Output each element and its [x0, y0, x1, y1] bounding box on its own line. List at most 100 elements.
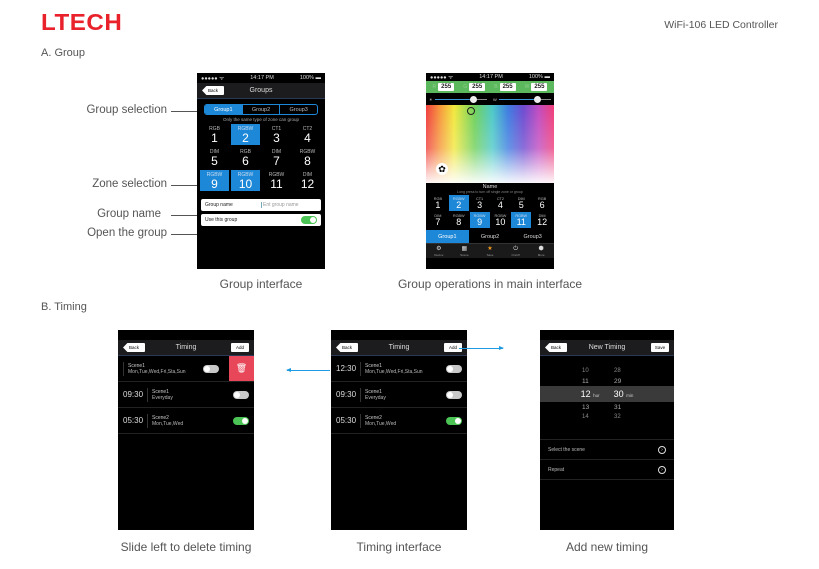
zone-number: 2	[456, 199, 462, 210]
zone-8[interactable]: RGBW 8	[449, 212, 469, 228]
selected-minute[interactable]: 30	[614, 389, 624, 399]
device-icon: ⚙	[436, 245, 442, 252]
zone-11[interactable]: RGBW 11	[511, 212, 532, 228]
zone-8[interactable]: RGBW 8	[293, 147, 322, 168]
timing-time: 12:30	[336, 364, 357, 373]
channel-b-value[interactable]: 255	[499, 83, 516, 91]
nav-more[interactable]: ⬢ More	[528, 244, 554, 258]
channel-r-value[interactable]: 255	[438, 83, 455, 91]
repeat-days: Mon,Tue,Wed	[365, 420, 397, 427]
zone-number: 11	[516, 216, 526, 227]
selected-hour[interactable]: 12	[581, 389, 591, 399]
tab-group1[interactable]: Group1	[426, 230, 469, 243]
navbar: Back New Timing Save	[540, 340, 674, 356]
group-name-field[interactable]: Group name Ent group name	[201, 199, 321, 211]
zone-7[interactable]: DIM 7	[428, 212, 448, 228]
color-spectrum[interactable]: ✿	[426, 105, 554, 183]
save-button[interactable]: Save	[651, 343, 669, 352]
timing-row[interactable]: 09:30 Scene1 Everyday	[118, 382, 254, 408]
zone-1[interactable]: RGB 1	[428, 195, 448, 211]
time-picker[interactable]: 10 28 11 29 12 hur 30 min 13 31 14 32	[540, 366, 674, 436]
color-picker-handle[interactable]	[467, 107, 475, 115]
zone-4[interactable]: CT2 4	[293, 124, 322, 145]
tab-group2[interactable]: Group2	[469, 230, 512, 243]
timing-row[interactable]: Scene1 Mon,Tue,Wed,Fri,Sta,Sun 🗑	[118, 356, 254, 382]
zone-10[interactable]: RGBW 10	[491, 212, 511, 228]
zone-2[interactable]: RGBW 2	[231, 124, 260, 145]
picker-selected-row: 12 hur 30 min	[540, 386, 674, 402]
timing-row[interactable]: 05:30 Scene2 Mon,Tue,Wed	[118, 408, 254, 434]
use-group-row: Use this group	[201, 214, 321, 226]
select-scene-row[interactable]: Select the scene ›	[540, 440, 674, 460]
navbar: Back Timing Add	[118, 340, 254, 356]
timing-row[interactable]: 09:30 Scene1 Everyday	[331, 382, 467, 408]
zone-10[interactable]: RGBW 10	[231, 170, 260, 191]
callout-group-selection: Group selection	[86, 104, 167, 116]
zone-11[interactable]: RGBW 11	[262, 170, 291, 191]
group-name-input[interactable]: Ent group name	[261, 202, 317, 208]
add-button[interactable]: Add	[231, 343, 249, 352]
zone-6[interactable]: RGB 6	[532, 195, 552, 211]
white-knob[interactable]	[533, 95, 541, 103]
tab-group3[interactable]: Group3	[511, 230, 554, 243]
zone-number: 2	[242, 130, 249, 145]
timing-time: 09:30	[123, 390, 144, 399]
brightness-slider[interactable]: ☀	[429, 95, 487, 103]
timing-toggle[interactable]	[446, 364, 462, 373]
nav-scene[interactable]: ▦ Scene	[452, 244, 478, 258]
repeat-row[interactable]: Repeat ›	[540, 460, 674, 480]
channel-w-value[interactable]: 255	[531, 83, 548, 91]
zone-1[interactable]: RGB 1	[200, 124, 229, 145]
delete-button[interactable]: 🗑	[229, 356, 254, 381]
group-tabs: Group1 Group2 Group3	[426, 230, 554, 243]
zone-12[interactable]: DIM 12	[293, 170, 322, 191]
picker-row: 14 32	[582, 414, 621, 420]
white-slider[interactable]: W	[493, 95, 551, 103]
repeat-label: Repeat	[548, 466, 565, 473]
nav-label: On/off	[511, 252, 520, 257]
back-button[interactable]: Back	[545, 343, 567, 352]
zone-3[interactable]: CT1 3	[262, 124, 291, 145]
channel-g-value[interactable]: 255	[469, 83, 486, 91]
timing-toggle[interactable]	[233, 390, 249, 399]
save-star-icon: ★	[487, 245, 493, 252]
timing-row[interactable]: 05:30 Scene2 Mon,Tue,Wed	[331, 408, 467, 434]
timing-toggle[interactable]	[446, 416, 462, 425]
use-group-label: Use this group	[205, 217, 238, 223]
zone-7[interactable]: DIM 7	[262, 147, 291, 168]
tab-group1[interactable]: Group1	[205, 105, 243, 114]
zone-5[interactable]: DIM 5	[200, 147, 229, 168]
back-button[interactable]: Back	[123, 343, 145, 352]
timing-toggle[interactable]	[446, 390, 462, 399]
zone-2[interactable]: RGBW 2	[448, 195, 469, 211]
nav-save[interactable]: ★ Save	[477, 244, 503, 258]
back-button[interactable]: Back	[336, 343, 358, 352]
zone-number: 4	[497, 199, 503, 210]
rgbw-values: R 255 G 255 B 255 W 255	[426, 81, 554, 93]
color-wheel-icon[interactable]: ✿	[436, 163, 448, 175]
timing-toggle[interactable]	[203, 364, 219, 373]
use-group-toggle[interactable]	[301, 216, 317, 224]
timing-toggle[interactable]	[233, 416, 249, 425]
zone-6[interactable]: RGB 6	[231, 147, 260, 168]
timing-row[interactable]: 12:30 Scene1 Mon,Tue,Wed,Fri,Sta,Sun	[331, 356, 467, 382]
zone-3[interactable]: CT1 3	[470, 195, 490, 211]
zone-4[interactable]: CT2 4	[491, 195, 511, 211]
back-button[interactable]: Back	[202, 86, 224, 95]
zone-12[interactable]: DIM 12	[532, 212, 552, 228]
zone-number: 11	[270, 176, 283, 191]
tab-group3[interactable]: Group3	[280, 105, 317, 114]
timing-interface-screen: Back Timing Add 12:30 Scene1 Mon,Tue,Wed…	[331, 330, 467, 530]
nav-label: Save	[486, 252, 494, 257]
nav-device[interactable]: ⚙ Device	[426, 244, 452, 258]
screen-title: Timing	[175, 344, 197, 351]
brightness-knob[interactable]	[469, 95, 477, 103]
zone-number: 4	[304, 130, 311, 145]
zone-5[interactable]: DIM 5	[511, 195, 531, 211]
zone-9[interactable]: RGBW 9	[469, 212, 490, 228]
zone-9[interactable]: RGBW 9	[200, 170, 229, 191]
nav-onoff[interactable]: ⏻ On/off	[503, 244, 529, 258]
callout-zone-selection: Zone selection	[92, 178, 167, 190]
tab-group2[interactable]: Group2	[243, 105, 281, 114]
nav-label: Device	[434, 252, 444, 257]
